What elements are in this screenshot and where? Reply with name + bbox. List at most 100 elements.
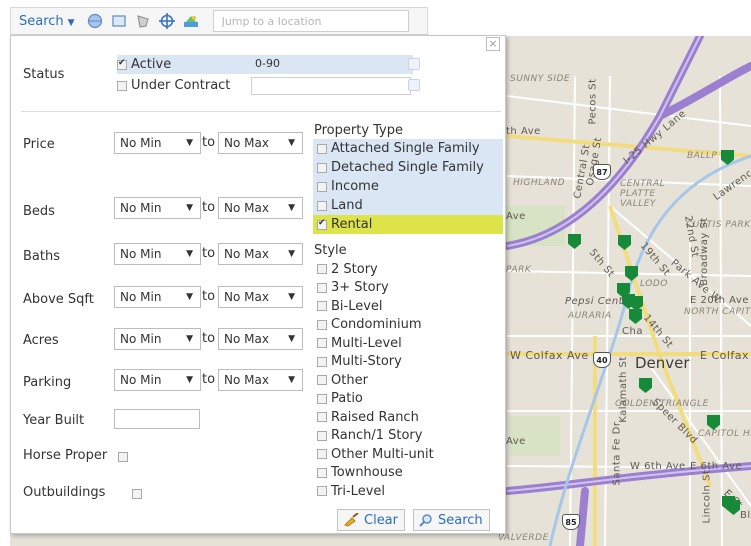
checkbox-active[interactable] <box>117 58 127 70</box>
style-item[interactable]: 2 Story <box>313 260 453 279</box>
map-label: Santa Fe Dr <box>611 421 623 486</box>
search-menu-button[interactable]: Search ▼ <box>11 14 83 29</box>
checkbox[interactable] <box>317 338 327 349</box>
circle-draw-icon[interactable] <box>85 11 105 31</box>
property-type-item-label: Land <box>331 198 363 213</box>
checkbox[interactable] <box>317 264 327 275</box>
select-value: No Min <box>120 332 162 346</box>
style-item[interactable]: Multi-Story <box>313 353 453 372</box>
checkbox[interactable] <box>317 393 327 404</box>
parking-min-select[interactable]: No Min ▼ <box>114 369 201 391</box>
checkbox[interactable] <box>317 282 327 293</box>
chevron-down-icon: ▼ <box>186 292 193 302</box>
magnifier-icon <box>419 513 433 527</box>
chevron-down-icon: ▼ <box>186 334 193 344</box>
status-under-contract-row[interactable]: Under Contract <box>117 76 413 95</box>
status-days-field[interactable]: 0-90 <box>251 56 411 74</box>
property-type-label: Property Type <box>314 123 404 138</box>
rectangle-draw-icon[interactable] <box>109 11 129 31</box>
checkbox-outbuildings[interactable] <box>132 488 143 499</box>
map-label: Kalamath St <box>617 356 629 423</box>
property-type-item-label: Detached Single Family <box>331 160 484 175</box>
property-type-item[interactable]: Income <box>313 177 503 196</box>
parking-max-select[interactable]: No Max ▼ <box>218 369 303 391</box>
select-value: No Min <box>120 247 162 261</box>
year-built-label: Year Built <box>23 413 85 428</box>
clear-button[interactable]: Clear <box>337 509 405 531</box>
style-item[interactable]: 3+ Story <box>313 279 453 298</box>
map-label: Pecos St <box>587 78 599 125</box>
checkbox[interactable] <box>317 467 327 478</box>
year-built-input[interactable] <box>114 409 200 429</box>
checkbox[interactable] <box>317 375 327 386</box>
style-item[interactable]: Other Multi-unit <box>313 445 453 464</box>
chevron-down-icon: ▼ <box>288 334 295 344</box>
edit-icon[interactable] <box>408 58 420 70</box>
checkbox[interactable] <box>317 319 327 330</box>
price-min-select[interactable]: No Min ▼ <box>114 132 201 154</box>
map-label: BALLP <box>687 151 718 161</box>
style-item[interactable]: Townhouse <box>313 464 453 483</box>
checkbox[interactable] <box>317 356 327 367</box>
style-item-label: Patio <box>331 391 363 407</box>
to-label: to <box>202 135 216 150</box>
status-active-row[interactable]: Active 0-90 <box>117 55 413 74</box>
checkbox-income[interactable] <box>317 181 327 192</box>
map-label: Bl <box>740 510 751 521</box>
style-item[interactable]: Condominium <box>313 316 453 335</box>
polygon-draw-icon[interactable] <box>133 11 153 31</box>
baths-label: Baths <box>23 249 60 264</box>
checkbox-attached-single-family[interactable] <box>317 143 327 154</box>
property-type-item[interactable]: Land <box>313 196 503 215</box>
above-sqft-label: Above Sqft <box>23 292 94 307</box>
edit-icon[interactable] <box>408 79 420 91</box>
map-label: NORTH CAPITO <box>684 307 751 317</box>
style-item[interactable]: Ranch/1 Story <box>313 427 453 446</box>
style-item[interactable]: Other <box>313 371 453 390</box>
sqft-max-select[interactable]: No Max ▼ <box>218 286 303 308</box>
divider <box>21 111 501 112</box>
checkbox-rental[interactable] <box>317 218 327 230</box>
sqft-min-select[interactable]: No Min ▼ <box>114 286 201 308</box>
property-type-item[interactable]: Rental <box>313 215 503 234</box>
acres-min-select[interactable]: No Min ▼ <box>114 328 201 350</box>
checkbox-detached-single-family[interactable] <box>317 162 327 173</box>
style-item[interactable]: Multi-Level <box>313 334 453 353</box>
baths-max-select[interactable]: No Max ▼ <box>218 243 303 265</box>
status-days-field[interactable] <box>251 76 411 95</box>
select-value: No Min <box>120 201 162 215</box>
property-type-item[interactable]: Attached Single Family <box>313 139 503 158</box>
checkbox-under-contract[interactable] <box>117 80 127 91</box>
style-item-label: Townhouse <box>331 465 403 481</box>
search-button[interactable]: Search <box>413 509 490 531</box>
map-label: CURTIS PARK <box>686 220 751 230</box>
map-label: E 6th Ave <box>690 461 743 472</box>
style-item[interactable]: Raised Ranch <box>313 408 453 427</box>
style-label: Style <box>314 243 347 258</box>
price-max-select[interactable]: No Max ▼ <box>218 132 303 154</box>
chevron-down-icon: ▼ <box>186 203 193 213</box>
style-item-label: Raised Ranch <box>331 409 419 425</box>
checkbox-land[interactable] <box>317 200 327 211</box>
checkbox[interactable] <box>317 449 327 460</box>
checkbox[interactable] <box>317 486 327 497</box>
beds-max-select[interactable]: No Max ▼ <box>218 197 303 219</box>
style-item[interactable]: Bi-Level <box>313 297 453 316</box>
layers-icon[interactable] <box>181 11 201 31</box>
style-item[interactable]: Patio <box>313 390 453 409</box>
acres-max-select[interactable]: No Max ▼ <box>218 328 303 350</box>
checkbox[interactable] <box>317 412 327 423</box>
jump-to-location-input[interactable] <box>212 10 409 32</box>
baths-min-select[interactable]: No Min ▼ <box>114 243 201 265</box>
target-icon[interactable] <box>157 11 177 31</box>
property-type-item[interactable]: Detached Single Family <box>313 158 503 177</box>
beds-min-select[interactable]: No Min ▼ <box>114 197 201 219</box>
parking-label: Parking <box>23 375 72 390</box>
checkbox[interactable] <box>317 301 327 312</box>
style-item[interactable]: Tri-Level <box>313 482 453 501</box>
clear-button-label: Clear <box>364 512 398 528</box>
checkbox[interactable] <box>317 430 327 441</box>
chevron-down-icon: ▼ <box>288 249 295 259</box>
checkbox-horse-property[interactable] <box>118 451 128 462</box>
close-icon[interactable]: × <box>486 37 500 51</box>
